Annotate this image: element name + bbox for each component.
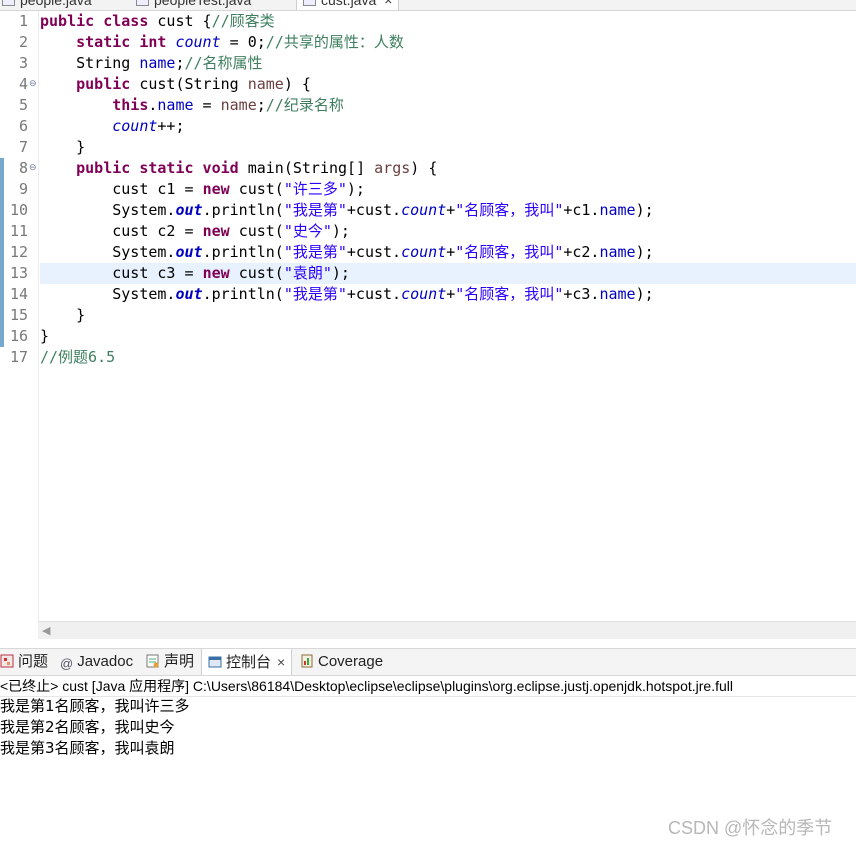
code-line[interactable]: System.out.println("我是第"+cust.count+"名顾客…: [0, 284, 856, 305]
code-line[interactable]: }: [0, 305, 856, 326]
tab-coverage[interactable]: Coverage: [300, 649, 383, 675]
code-text: //例题6.5: [40, 348, 116, 366]
editor-tab-bar: people.java peopleTest.java cust.java ×: [0, 0, 856, 11]
line-number: 13: [9, 264, 28, 282]
view-tab-bar: 问题 @ Javadoc 声明 控制台 × Coverage: [0, 648, 856, 676]
code-text: System.out.println("我是第"+cust.count+"名顾客…: [40, 201, 654, 219]
tab-problems[interactable]: 问题: [0, 649, 48, 675]
at-icon: @: [60, 656, 74, 671]
code-line[interactable]: count++;: [0, 116, 856, 137]
watermark: CSDN @怀念的季节: [668, 818, 833, 838]
declaration-icon: [146, 651, 160, 677]
console-icon: [208, 652, 222, 678]
code-text: public static void main(String[] args) {: [76, 159, 438, 177]
tab-people-java[interactable]: people.java: [2, 0, 92, 10]
console-output-line: 我是第2名顾客，我叫史今: [0, 718, 175, 736]
code-line[interactable]: cust c3 = new cust("袁朗");: [40, 263, 856, 284]
code-line[interactable]: System.out.println("我是第"+cust.count+"名顾客…: [0, 200, 856, 221]
tab-console[interactable]: 控制台 ×: [201, 649, 293, 678]
code-line[interactable]: public class cust {//顾客类: [0, 11, 856, 32]
tab-declaration[interactable]: 声明: [146, 649, 194, 675]
code-text: System.out.println("我是第"+cust.count+"名顾客…: [40, 243, 654, 261]
coverage-icon: [300, 651, 314, 677]
code-line[interactable]: }: [0, 326, 856, 347]
code-line[interactable]: System.out.println("我是第"+cust.count+"名顾客…: [0, 242, 856, 263]
code-text: public cust(String name) {: [76, 75, 311, 93]
console-header: <已终止> cust [Java 应用程序] C:\Users\86184\De…: [0, 676, 856, 697]
code-line[interactable]: }: [0, 137, 856, 158]
code-text: public class cust {//顾客类: [40, 12, 275, 30]
java-file-icon: [2, 0, 15, 6]
code-line[interactable]: String name;//名称属性: [0, 53, 856, 74]
code-text: this.name = name;//纪录名称: [112, 96, 344, 114]
code-text: }: [40, 138, 86, 156]
code-text: cust c3 = new cust("袁朗");: [40, 264, 350, 282]
code-text: count++;: [112, 117, 185, 135]
console-output-line: 我是第3名顾客，我叫袁朗: [0, 739, 175, 757]
code-line[interactable]: cust c2 = new cust("史今");: [0, 221, 856, 242]
code-editor[interactable]: 1 public class cust {//顾客类 2 static int co…: [0, 11, 856, 621]
code-text: }: [40, 306, 86, 324]
code-text: cust c1 = new cust("许三多");: [40, 180, 365, 198]
tab-cust-java[interactable]: cust.java ×: [296, 0, 400, 10]
code-text: String name;//名称属性: [40, 54, 263, 72]
java-file-icon: [136, 0, 149, 6]
console-output-line: 我是第1名顾客，我叫许三多: [0, 697, 190, 715]
tab-peopletest-java[interactable]: peopleTest.java: [136, 0, 251, 10]
code-line[interactable]: public static void main(String[] args) {: [0, 158, 856, 179]
code-text: }: [40, 327, 50, 345]
code-text: static int count = 0;//共享的属性：人数: [76, 33, 404, 51]
tab-javadoc[interactable]: @ Javadoc: [60, 649, 133, 675]
close-icon[interactable]: ×: [277, 654, 285, 670]
code-line[interactable]: this.name = name;//纪录名称: [0, 95, 856, 116]
scroll-left-icon[interactable]: ◀: [42, 624, 50, 637]
horizontal-scrollbar[interactable]: ◀: [38, 621, 856, 639]
java-file-icon: [303, 0, 316, 6]
problems-icon: [0, 651, 14, 677]
code-text: System.out.println("我是第"+cust.count+"名顾客…: [40, 285, 654, 303]
code-line[interactable]: //例题6.5: [0, 347, 856, 368]
code-line[interactable]: cust c1 = new cust("许三多");: [0, 179, 856, 200]
code-line[interactable]: static int count = 0;//共享的属性：人数: [0, 32, 856, 53]
close-icon[interactable]: ×: [384, 0, 392, 8]
code-line[interactable]: public cust(String name) {: [0, 74, 856, 95]
code-text: cust c2 = new cust("史今");: [40, 222, 350, 240]
